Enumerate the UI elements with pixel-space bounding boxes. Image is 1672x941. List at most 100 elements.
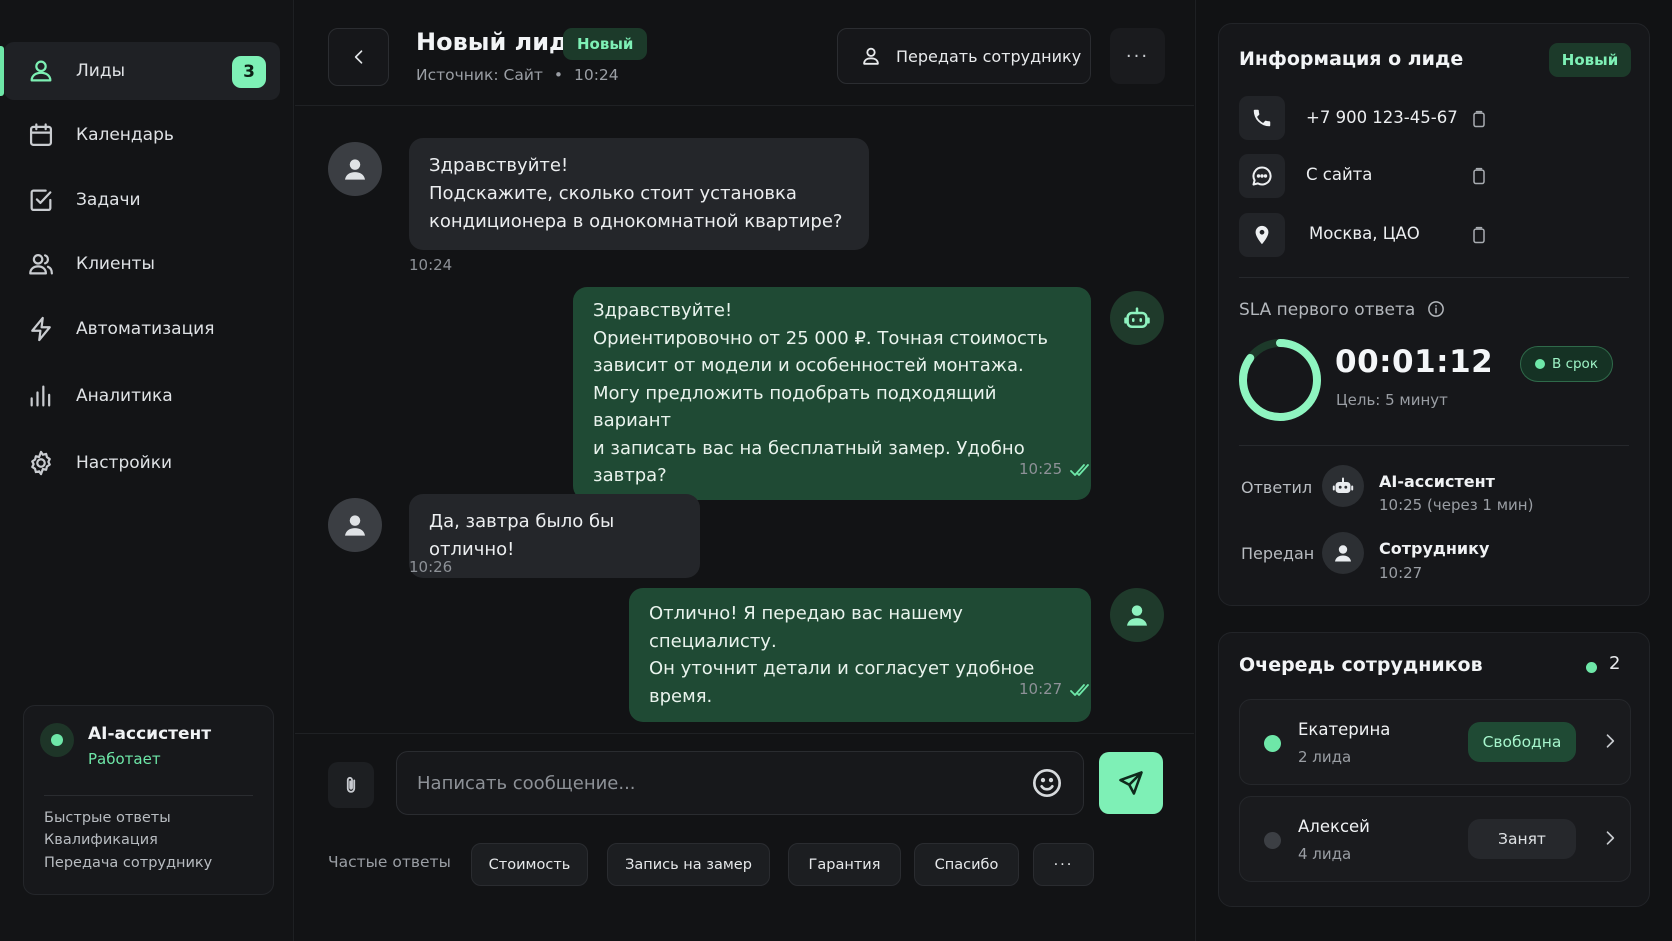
sla-label: SLA первого ответа <box>1239 300 1445 320</box>
copy-icon[interactable] <box>1469 108 1489 130</box>
ai-avatar <box>1322 465 1364 507</box>
ai-link-transfer[interactable]: Передача сотруднику <box>44 855 212 871</box>
location-pin-icon <box>1239 213 1285 257</box>
transferred-to-name: Сотруднику <box>1379 539 1490 558</box>
message-line: Здравствуйте! <box>429 155 569 176</box>
status-badge: Новый <box>1549 43 1631 77</box>
employee-leads: 4 лида <box>1298 845 1352 863</box>
info-icon[interactable] <box>1427 300 1445 318</box>
quick-replies-label: Частые ответы <box>328 853 451 871</box>
sidebar-item-leads[interactable]: Лиды 3 <box>0 42 280 100</box>
page-title: Новый лид <box>416 28 569 56</box>
sidebar-item-settings[interactable]: Настройки <box>4 434 280 492</box>
quick-replies-more-button[interactable]: ··· <box>1033 843 1094 886</box>
send-button[interactable] <box>1099 752 1163 814</box>
sidebar-item-label: Настройки <box>76 453 173 473</box>
sidebar-item-label: Автоматизация <box>76 319 215 339</box>
smiley-icon <box>1033 769 1061 797</box>
bot-avatar <box>1110 291 1164 345</box>
answered-by-name: AI-ассистент <box>1379 472 1495 491</box>
phone-icon <box>1239 96 1285 140</box>
copy-icon[interactable] <box>1469 165 1489 187</box>
lead-time: 10:24 <box>573 66 619 84</box>
more-options-button[interactable]: ··· <box>1110 28 1165 84</box>
ai-link-qualification[interactable]: Квалификация <box>44 832 158 848</box>
copy-icon[interactable] <box>1469 224 1489 246</box>
user-icon <box>26 56 56 86</box>
person-icon <box>1335 545 1351 562</box>
status-dot <box>1264 735 1281 752</box>
employee-queue-card: Очередь сотрудников 2 Екатерина 2 лида С… <box>1218 632 1650 907</box>
message-input[interactable] <box>396 751 1084 815</box>
message-bubble-outgoing: Здравствуйте! Ориентировочно от 25 000 ₽… <box>573 287 1091 500</box>
ai-assistant-status: Работает <box>88 750 161 768</box>
sidebar-item-automation[interactable]: Автоматизация <box>4 300 280 358</box>
sla-status-text: В срок <box>1552 356 1598 372</box>
checkbox-icon <box>26 185 56 215</box>
user-icon <box>863 47 879 65</box>
sidebar-item-analytics[interactable]: Аналитика <box>4 367 280 425</box>
message-line: зависит от модели и особенностей монтажа… <box>593 355 1024 376</box>
ai-assistant-title: AI-ассистент <box>88 724 212 744</box>
chevron-right-icon <box>1606 734 1615 748</box>
pin-glyph <box>1255 225 1269 245</box>
leads-count-badge: 3 <box>232 56 266 88</box>
queue-title: Очередь сотрудников <box>1239 654 1483 676</box>
divider <box>1239 445 1629 446</box>
robot-icon <box>1332 477 1354 493</box>
gear-icon <box>26 448 56 478</box>
employee-row-aleksey[interactable]: Алексей 4 лида Занят <box>1239 796 1631 882</box>
sidebar-item-clients[interactable]: Клиенты <box>4 235 280 293</box>
sla-progress-ring <box>1239 339 1321 421</box>
paperclip-icon <box>346 776 356 793</box>
message-line: кондиционера в однокомнатной квартире? <box>429 211 843 232</box>
quick-reply-warranty[interactable]: Гарантия <box>788 843 901 886</box>
bar-chart-icon <box>26 381 56 411</box>
sla-label-text: SLA первого ответа <box>1239 300 1416 320</box>
message-time: 10:26 <box>409 558 453 576</box>
message-bubble-incoming: Здравствуйте! Подскажите, сколько стоит … <box>409 138 869 250</box>
sidebar-item-label: Задачи <box>76 190 141 210</box>
employee-status-badge: Свободна <box>1468 722 1576 762</box>
sidebar-item-label: Аналитика <box>76 386 173 406</box>
quick-reply-price[interactable]: Стоимость <box>471 843 588 886</box>
emoji-button[interactable] <box>1031 767 1063 799</box>
sidebar-item-tasks[interactable]: Задачи <box>4 171 280 229</box>
status-dot <box>1264 832 1281 849</box>
send-icon <box>1119 771 1143 795</box>
agent-avatar <box>1110 588 1164 642</box>
message-bubble-outgoing: Отлично! Я передаю вас нашему специалист… <box>629 588 1091 722</box>
message-line: Подскажите, сколько стоит установка <box>429 183 797 204</box>
ai-link-quick-replies[interactable]: Быстрые ответы <box>44 810 171 826</box>
attach-button[interactable] <box>328 762 374 808</box>
status-dot <box>1586 662 1597 673</box>
employee-avatar <box>1322 532 1364 574</box>
sla-goal: Цель: 5 минут <box>1336 391 1448 409</box>
lead-location: Москва, ЦАО <box>1309 224 1420 243</box>
phone-glyph <box>1253 109 1271 127</box>
transfer-to-employee-button[interactable]: Передать сотруднику <box>837 28 1091 84</box>
message-line: и записать вас на бесплатный замер. Удоб… <box>593 437 1025 487</box>
divider <box>44 795 253 796</box>
chevron-left-icon <box>354 50 362 64</box>
status-dot <box>1535 359 1546 369</box>
message-line: Он уточнит детали и согласует удобное вр… <box>649 658 1035 707</box>
quick-reply-booking[interactable]: Запись на замер <box>607 843 770 886</box>
quick-reply-thanks[interactable]: Спасибо <box>914 843 1019 886</box>
app-root: Лиды 3 Календарь Задачи Клиенты Автомати… <box>0 0 1672 941</box>
lead-details-panel: Информация о лиде Новый +7 900 123-45-67… <box>1195 0 1672 941</box>
chat-glyph <box>1252 166 1272 186</box>
employee-name: Алексей <box>1298 817 1370 836</box>
lead-phone[interactable]: +7 900 123-45-67 <box>1306 108 1458 127</box>
transferred-time: 10:27 <box>1379 564 1423 582</box>
message-bubble-incoming: Да, завтра было бы отлично! <box>409 494 700 578</box>
ai-assistant-card: AI-ассистент Работает Быстрые ответы Ква… <box>23 705 274 895</box>
chat-panel: Новый лид Новый Источник: Сайт • 10:24 П… <box>295 0 1194 941</box>
employee-row-ekaterina[interactable]: Екатерина 2 лида Свободна <box>1239 699 1631 785</box>
person-icon <box>345 515 365 536</box>
sidebar-item-calendar[interactable]: Календарь <box>4 106 280 164</box>
back-button[interactable] <box>328 28 389 86</box>
lightning-icon <box>26 314 56 344</box>
transferred-label: Передан <box>1241 544 1315 563</box>
queue-count: 2 <box>1609 653 1621 674</box>
